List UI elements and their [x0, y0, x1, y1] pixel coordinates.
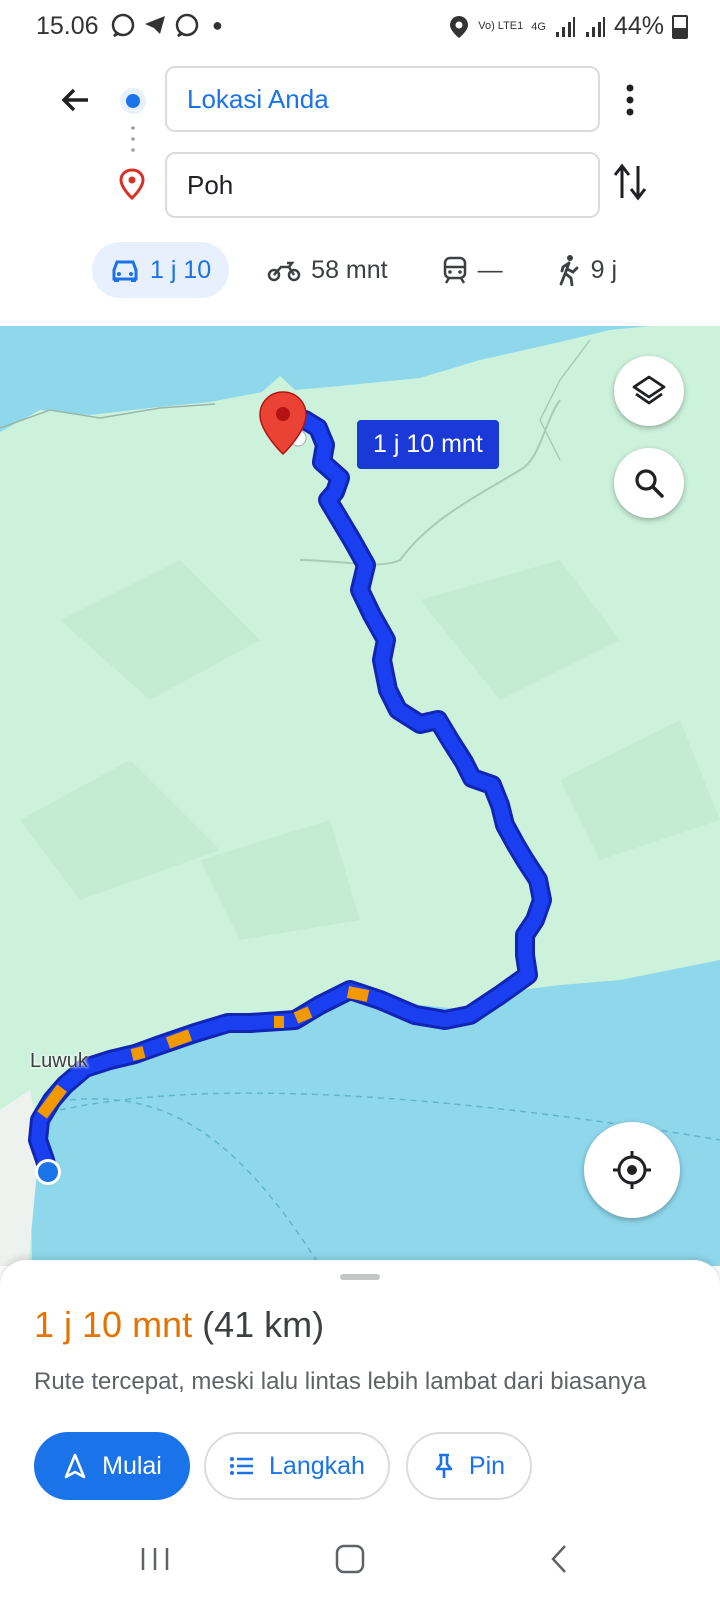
traffic-segment [165, 1029, 193, 1049]
notification-icons: ● [110, 12, 223, 38]
system-nav-bar [0, 1530, 720, 1600]
more-vert-icon [626, 84, 634, 116]
location-icon [450, 15, 469, 38]
train-icon [443, 256, 466, 284]
more-notifications-dot: ● [212, 14, 223, 35]
telegram-icon [145, 16, 165, 34]
battery-icon [672, 14, 688, 39]
search-icon [635, 469, 664, 498]
route-distance: (41 km) [202, 1304, 325, 1345]
mode-transit-label: — [477, 255, 503, 284]
more-options-button[interactable] [615, 80, 645, 125]
back-nav-icon[interactable] [551, 1545, 566, 1573]
signal-icon [555, 16, 575, 37]
search-along-route-button[interactable] [614, 448, 684, 518]
layers-button[interactable] [614, 356, 684, 426]
walk-icon [559, 255, 579, 286]
destination-marker-icon [119, 168, 145, 205]
traffic-segment [293, 1006, 313, 1024]
current-location-dot-icon [35, 1159, 61, 1185]
network-type: 4G [531, 20, 546, 33]
route-duration: 1 j 10 mnt [34, 1304, 193, 1345]
traffic-segment [130, 1046, 146, 1061]
mode-motorcycle-label: 58 mnt [311, 255, 388, 284]
home-icon[interactable] [335, 1544, 365, 1574]
origin-dot-icon [118, 86, 148, 121]
sheet-drag-handle[interactable] [340, 1274, 380, 1280]
steps-button-label: Langkah [269, 1451, 365, 1480]
travel-modes: 1 j 10 58 mnt — 9 j [92, 242, 655, 298]
steps-button[interactable]: Langkah [204, 1432, 390, 1500]
pin-icon [435, 1453, 453, 1478]
start-button-label: Mulai [102, 1451, 162, 1480]
list-icon [230, 1457, 254, 1475]
car-icon [112, 260, 138, 282]
pin-button[interactable]: Pin [406, 1432, 532, 1500]
back-button[interactable] [58, 82, 94, 123]
swap-vert-icon [613, 163, 647, 201]
battery-percent: 44% [613, 12, 664, 40]
my-location-button[interactable] [584, 1122, 680, 1218]
map-view[interactable]: 1 j 10 mnt Luwuk [0, 326, 720, 1266]
whatsapp-icon [111, 13, 135, 38]
status-bar: 15.06 ● Vo) LTE1 4G 44% [0, 0, 720, 52]
start-button[interactable]: Mulai [34, 1432, 190, 1500]
route-eta-label[interactable]: 1 j 10 mnt [357, 420, 499, 469]
motorcycle-icon [267, 261, 301, 282]
swap-button[interactable] [612, 162, 648, 207]
origin-input[interactable]: Lokasi Anda [165, 66, 600, 132]
route-summary: 1 j 10 mnt (41 km) [34, 1304, 324, 1346]
arrow-back-icon [61, 88, 88, 112]
signal-icon [585, 16, 605, 37]
mode-motorcycle[interactable]: 58 mnt [267, 255, 388, 285]
system-indicators: Vo) LTE1 4G 44% [448, 12, 688, 41]
place-label-luwuk: Luwuk [30, 1050, 88, 1072]
mode-car-label: 1 j 10 [150, 255, 212, 284]
traffic-segment [346, 986, 370, 1002]
route-description: Rute tercepat, meski lalu lintas lebih l… [34, 1368, 647, 1395]
destination-input[interactable]: Poh [165, 152, 600, 218]
navigation-arrow-icon [64, 1453, 86, 1479]
mode-walk-label: 9 j [590, 255, 618, 284]
volte-indicator: Vo) LTE1 [478, 20, 524, 32]
layers-icon [632, 375, 666, 405]
whatsapp-icon [175, 13, 199, 38]
mode-walk[interactable]: 9 j [557, 254, 617, 286]
status-time: 15.06 [36, 12, 99, 40]
route-dots [131, 124, 135, 159]
my-location-icon [613, 1151, 651, 1189]
recent-apps-icon[interactable] [130, 1540, 180, 1590]
pin-button-label: Pin [468, 1451, 506, 1480]
mode-transit[interactable]: — [442, 255, 503, 285]
mode-car[interactable]: 1 j 10 [92, 242, 230, 298]
